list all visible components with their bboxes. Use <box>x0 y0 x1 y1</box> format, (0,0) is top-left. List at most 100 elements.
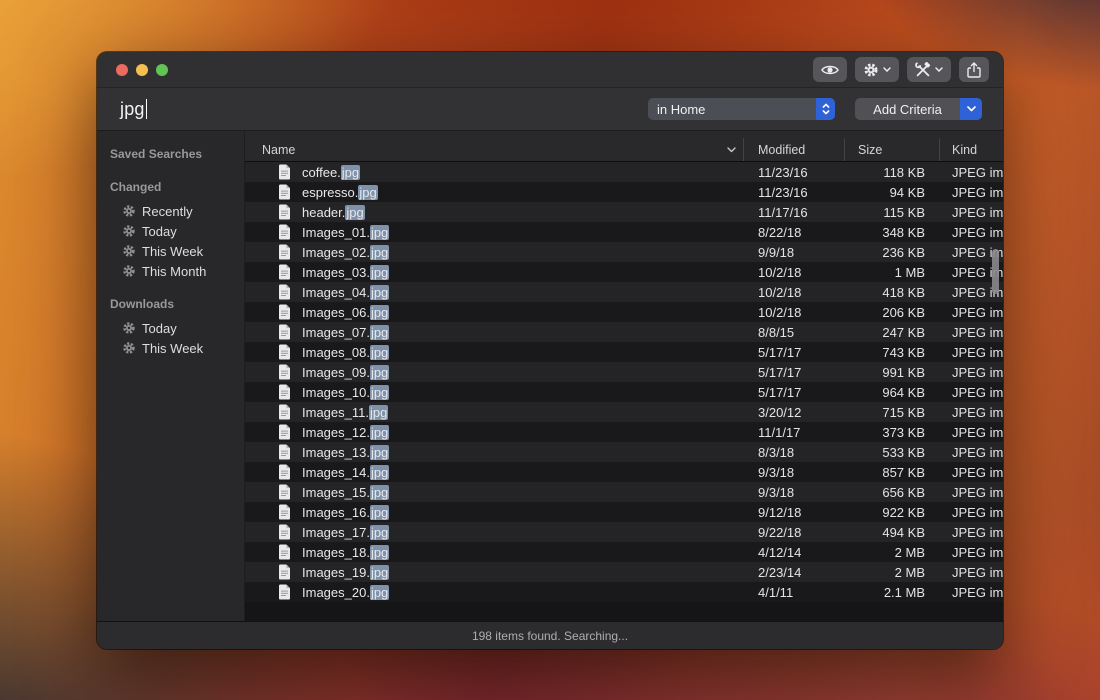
share-button[interactable] <box>959 57 989 82</box>
file-name-cell: Images_14.jpg <box>245 464 744 480</box>
sidebar-item[interactable]: This Week <box>110 241 238 261</box>
file-row[interactable]: Images_17.jpg 9/22/18 494 KB JPEG image <box>245 522 1003 542</box>
add-criteria-label: Add Criteria <box>855 102 960 117</box>
column-header-kind[interactable]: Kind <box>940 138 1003 161</box>
jpeg-file-icon <box>278 544 291 560</box>
file-row[interactable]: Images_13.jpg 8/3/18 533 KB JPEG image <box>245 442 1003 462</box>
file-kind-cell: JPEG image <box>940 165 1003 180</box>
jpeg-file-icon <box>278 484 291 500</box>
sidebar-item-label: Recently <box>142 204 193 219</box>
column-header-size[interactable]: Size <box>845 138 940 161</box>
zoom-button[interactable] <box>156 64 168 76</box>
file-name: Images_12.jpg <box>302 425 389 440</box>
sidebar-item-label: This Week <box>142 244 203 259</box>
file-kind-cell: JPEG image <box>940 565 1003 580</box>
match-highlight: jpg <box>341 165 360 180</box>
file-name: Images_03.jpg <box>302 265 389 280</box>
file-row[interactable]: Images_08.jpg 5/17/17 743 KB JPEG image <box>245 342 1003 362</box>
search-input[interactable]: jpg <box>97 88 648 130</box>
file-row[interactable]: Images_04.jpg 10/2/18 418 KB JPEG image <box>245 282 1003 302</box>
file-row[interactable]: Images_19.jpg 2/23/14 2 MB JPEG image <box>245 562 1003 582</box>
close-button[interactable] <box>116 64 128 76</box>
tools-menu-button[interactable] <box>907 57 951 82</box>
file-kind-cell: JPEG image <box>940 585 1003 600</box>
jpeg-file-icon <box>278 424 291 440</box>
file-name-cell: Images_11.jpg <box>245 404 744 420</box>
file-row[interactable]: Images_16.jpg 9/12/18 922 KB JPEG image <box>245 502 1003 522</box>
file-row[interactable]: Images_11.jpg 3/20/12 715 KB JPEG image <box>245 402 1003 422</box>
file-modified-cell: 9/12/18 <box>744 505 845 520</box>
file-kind-cell: JPEG image <box>940 425 1003 440</box>
file-name-cell: Images_01.jpg <box>245 224 744 240</box>
file-row[interactable]: header.jpg 11/17/16 115 KB JPEG image <box>245 202 1003 222</box>
jpeg-file-icon <box>278 264 291 280</box>
file-row[interactable]: espresso.jpg 11/23/16 94 KB JPEG image <box>245 182 1003 202</box>
file-row[interactable]: Images_12.jpg 11/1/17 373 KB JPEG image <box>245 422 1003 442</box>
add-criteria-button[interactable]: Add Criteria <box>855 98 982 120</box>
file-row[interactable]: Images_02.jpg 9/9/18 236 KB JPEG image <box>245 242 1003 262</box>
match-highlight: jpg <box>370 425 389 440</box>
file-row[interactable]: Images_09.jpg 5/17/17 991 KB JPEG image <box>245 362 1003 382</box>
match-highlight: jpg <box>358 185 377 200</box>
file-modified-cell: 5/17/17 <box>744 345 845 360</box>
jpeg-file-icon <box>278 364 291 380</box>
file-kind-cell: JPEG image <box>940 345 1003 360</box>
file-name: Images_02.jpg <box>302 245 389 260</box>
file-row[interactable]: Images_15.jpg 9/3/18 656 KB JPEG image <box>245 482 1003 502</box>
match-highlight: jpg <box>370 485 389 500</box>
file-size-cell: 964 KB <box>845 385 940 400</box>
file-row[interactable]: Images_10.jpg 5/17/17 964 KB JPEG image <box>245 382 1003 402</box>
file-size-cell: 533 KB <box>845 445 940 460</box>
file-name-cell: Images_03.jpg <box>245 264 744 280</box>
file-name: Images_18.jpg <box>302 545 389 560</box>
file-name-cell: Images_09.jpg <box>245 364 744 380</box>
file-row[interactable]: coffee.jpg 11/23/16 118 KB JPEG image <box>245 162 1003 182</box>
sidebar-section-label: Changed <box>110 180 238 194</box>
file-kind-cell: JPEG image <box>940 325 1003 340</box>
search-scope-popup[interactable]: in Home <box>648 98 835 120</box>
file-kind-cell: JPEG image <box>940 505 1003 520</box>
column-header-name[interactable]: Name <box>245 138 744 161</box>
column-header-modified[interactable]: Modified <box>744 138 845 161</box>
file-row[interactable]: Images_07.jpg 8/8/15 247 KB JPEG image <box>245 322 1003 342</box>
sidebar-item-label: This Month <box>142 264 206 279</box>
file-modified-cell: 9/9/18 <box>744 245 845 260</box>
sidebar-item[interactable]: Recently <box>110 201 238 221</box>
file-row[interactable]: Images_18.jpg 4/12/14 2 MB JPEG image <box>245 542 1003 562</box>
match-highlight: jpg <box>370 565 389 580</box>
file-name: Images_07.jpg <box>302 325 389 340</box>
action-menu-button[interactable] <box>855 57 899 82</box>
sidebar-item[interactable]: Today <box>110 318 238 338</box>
match-highlight: jpg <box>370 325 389 340</box>
sidebar: Saved Searches Changed Recently <box>97 131 245 621</box>
file-size-cell: 115 KB <box>845 205 940 220</box>
file-name: Images_13.jpg <box>302 445 389 460</box>
chevron-down-icon <box>935 67 943 72</box>
file-name-cell: Images_17.jpg <box>245 524 744 540</box>
file-size-cell: 247 KB <box>845 325 940 340</box>
file-row[interactable]: Images_06.jpg 10/2/18 206 KB JPEG image <box>245 302 1003 322</box>
scrollbar-thumb[interactable] <box>992 249 999 294</box>
file-modified-cell: 9/3/18 <box>744 485 845 500</box>
file-name: Images_11.jpg <box>302 405 388 420</box>
sidebar-item[interactable]: This Month <box>110 261 238 281</box>
quick-look-button[interactable] <box>813 57 847 82</box>
file-row[interactable]: Images_01.jpg 8/22/18 348 KB JPEG image <box>245 222 1003 242</box>
file-row[interactable]: Images_20.jpg 4/1/11 2.1 MB JPEG image <box>245 582 1003 602</box>
sidebar-section-label: Downloads <box>110 297 238 311</box>
file-kind-cell: JPEG image <box>940 545 1003 560</box>
search-query-text: jpg <box>120 99 145 120</box>
sidebar-item[interactable]: This Week <box>110 338 238 358</box>
sidebar-item[interactable]: Today <box>110 221 238 241</box>
file-size-cell: 94 KB <box>845 185 940 200</box>
file-name-cell: Images_07.jpg <box>245 324 744 340</box>
file-row[interactable]: Images_03.jpg 10/2/18 1 MB JPEG image <box>245 262 1003 282</box>
jpeg-file-icon <box>278 564 291 580</box>
chevron-down-icon <box>883 67 891 72</box>
file-size-cell: 656 KB <box>845 485 940 500</box>
minimize-button[interactable] <box>136 64 148 76</box>
file-row[interactable]: Images_14.jpg 9/3/18 857 KB JPEG image <box>245 462 1003 482</box>
file-name: Images_09.jpg <box>302 365 389 380</box>
file-list-pane: Name Modified Size Kind <box>245 131 1003 621</box>
match-highlight: jpg <box>370 265 389 280</box>
